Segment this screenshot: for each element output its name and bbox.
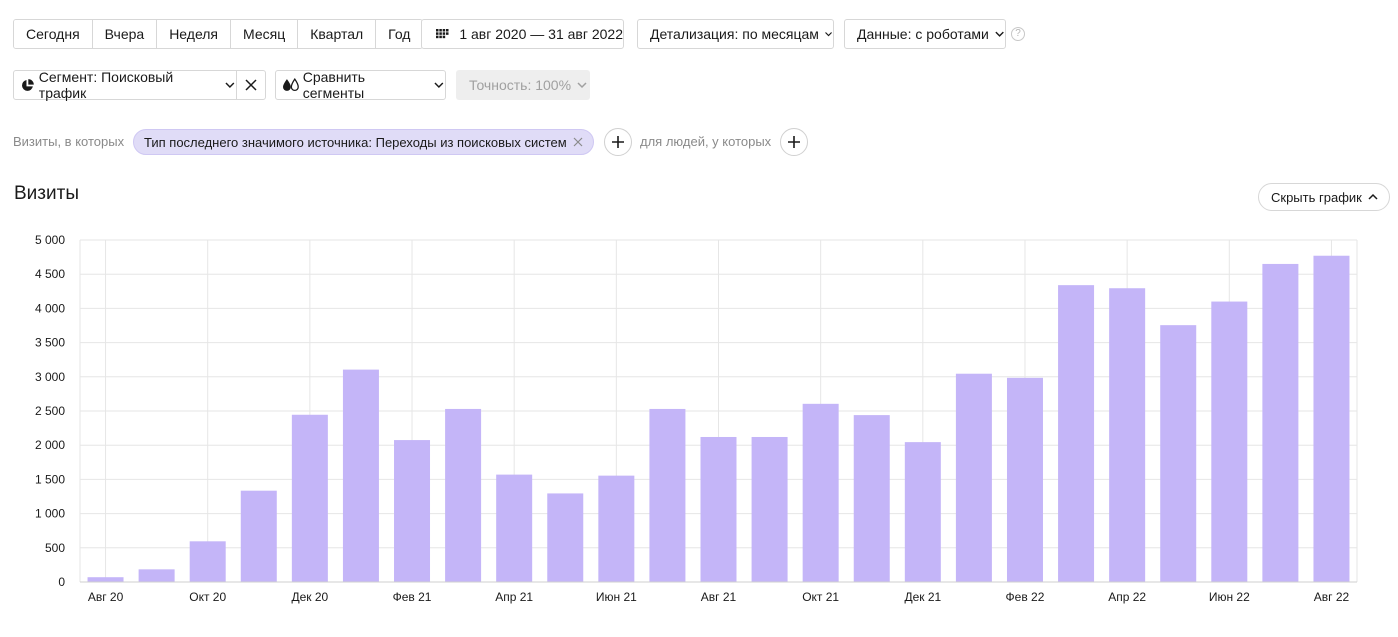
plus-icon [612, 136, 624, 148]
date-range-button[interactable]: 1 авг 2020 — 31 авг 2022 [421, 19, 624, 49]
period-month-button[interactable]: Месяц [231, 20, 299, 48]
segment-control: Сегмент: Поисковый трафик [13, 69, 266, 101]
bar-Май 22[interactable] [1160, 325, 1197, 582]
x-tick-label: Фев 22 [1006, 590, 1045, 604]
accuracy-label: Точность: 100% [469, 77, 572, 93]
compare-drops-icon [283, 78, 299, 91]
bar-Май 21[interactable] [547, 493, 584, 582]
help-icon[interactable]: ? [1011, 27, 1025, 41]
period-week-button[interactable]: Неделя [157, 20, 232, 48]
bar-Фев 22[interactable] [1006, 377, 1043, 582]
bar-Ноя 20[interactable] [240, 490, 277, 582]
segment-dropdown[interactable]: Сегмент: Поисковый трафик [14, 69, 238, 101]
period-quarter-button[interactable]: Квартал [298, 20, 377, 48]
add-people-condition-button[interactable] [780, 128, 808, 156]
filter-people-label: для людей, у которых [640, 134, 772, 149]
calendar-icon [436, 28, 449, 39]
date-range-label: 1 авг 2020 — 31 авг 2022 [459, 26, 623, 42]
x-tick-label: Дек 21 [904, 590, 941, 604]
x-tick-label: Июн 22 [1209, 590, 1250, 604]
hide-chart-button[interactable]: Скрыть график [1258, 183, 1390, 211]
bar-Окт 21[interactable] [802, 403, 839, 582]
period-today-button[interactable]: Сегодня [14, 20, 93, 48]
period-yesterday-button[interactable]: Вчера [92, 20, 158, 48]
bar-Июн 21[interactable] [598, 475, 635, 582]
y-tick-label: 1 000 [35, 507, 65, 521]
x-tick-label: Окт 21 [802, 590, 839, 604]
chip-remove-icon[interactable] [573, 134, 583, 150]
x-tick-label: Авг 21 [701, 590, 737, 604]
filter-chip-label: Тип последнего значимого источника: Пере… [144, 134, 567, 150]
bar-Дек 21[interactable] [904, 442, 941, 582]
bar-Сен 21[interactable] [751, 436, 788, 582]
y-tick-label: 4 500 [35, 267, 65, 281]
bar-Авг 21[interactable] [700, 436, 737, 582]
plus-icon [788, 136, 800, 148]
bar-Окт 20[interactable] [189, 541, 226, 582]
y-tick-label: 3 000 [35, 370, 65, 384]
period-button-group: Сегодня Вчера Неделя Месяц Квартал Год [13, 19, 424, 49]
y-tick-label: 0 [58, 575, 65, 589]
visits-bar-chart: 0 500 1 000 1 500 2 000 2 500 3 000 3 500 4 000 4… [35, 233, 1358, 604]
bar-Дек 20[interactable] [291, 414, 328, 582]
y-tick-label: 3 500 [35, 336, 65, 350]
filter-prefix-label: Визиты, в которых [13, 134, 125, 149]
chevron-down-icon [995, 31, 1004, 37]
y-tick-label: 500 [45, 541, 65, 555]
detail-label: Детализация: по месяцам [650, 26, 819, 42]
chevron-down-icon [577, 82, 587, 89]
bar-Янв 22[interactable] [955, 373, 992, 582]
filter-chip[interactable]: Тип последнего значимого источника: Пере… [133, 129, 594, 155]
x-tick-label: Апр 22 [1108, 590, 1146, 604]
hide-chart-label: Скрыть график [1271, 189, 1362, 205]
chevron-down-icon [225, 82, 235, 89]
bar-Июл 22[interactable] [1262, 263, 1299, 582]
bar-Сен 20[interactable] [138, 569, 175, 582]
data-label: Данные: с роботами [857, 26, 989, 42]
bar-Фев 21[interactable] [394, 440, 431, 582]
bar-Июл 21[interactable] [649, 408, 686, 582]
x-tick-label: Авг 22 [1314, 590, 1350, 604]
y-tick-label: 2 500 [35, 404, 65, 418]
y-tick-label: 5 000 [35, 233, 65, 247]
detail-dropdown[interactable]: Детализация: по месяцам [637, 19, 834, 49]
bar-Мар 21[interactable] [445, 408, 482, 582]
bar-Ноя 21[interactable] [853, 415, 890, 582]
bar-Апр 22[interactable] [1109, 288, 1146, 582]
bar-Мар 22[interactable] [1058, 285, 1095, 582]
y-tick-label: 2 000 [35, 438, 65, 452]
x-tick-label: Окт 20 [189, 590, 226, 604]
y-tick-label: 4 000 [35, 301, 65, 315]
bar-Авг 22[interactable] [1313, 255, 1350, 582]
bar-Янв 21[interactable] [342, 369, 379, 582]
close-icon [245, 79, 257, 91]
x-tick-label: Апр 21 [495, 590, 533, 604]
chevron-up-icon [1368, 193, 1378, 200]
period-year-button[interactable]: Год [376, 20, 423, 48]
x-tick-label: Дек 20 [291, 590, 328, 604]
segment-label: Сегмент: Поисковый трафик [38, 69, 174, 101]
segment-clear-button[interactable] [237, 71, 265, 99]
pie-chart-icon [22, 78, 34, 91]
chart-title: Визиты [14, 183, 79, 204]
x-tick-label: Фев 21 [393, 590, 432, 604]
period-toolbar: Сегодня Вчера Неделя Месяц Квартал Год [13, 19, 424, 49]
bar-Июн 22[interactable] [1211, 301, 1248, 582]
x-tick-label: Июн 21 [596, 590, 637, 604]
compare-label: Сравнить сегменты [302, 69, 366, 101]
data-dropdown[interactable]: Данные: с роботами [844, 19, 1006, 49]
add-visit-condition-button[interactable] [604, 128, 632, 156]
compare-segments-button[interactable]: Сравнить сегменты [275, 69, 446, 101]
x-tick-label: Авг 20 [88, 590, 124, 604]
bar-Апр 21[interactable] [496, 474, 533, 582]
chevron-down-icon [825, 32, 832, 37]
chevron-down-icon [434, 82, 444, 89]
bar-Авг 20[interactable] [87, 577, 124, 582]
y-tick-label: 1 500 [35, 472, 65, 486]
accuracy-dropdown: Точность: 100% [456, 70, 590, 100]
